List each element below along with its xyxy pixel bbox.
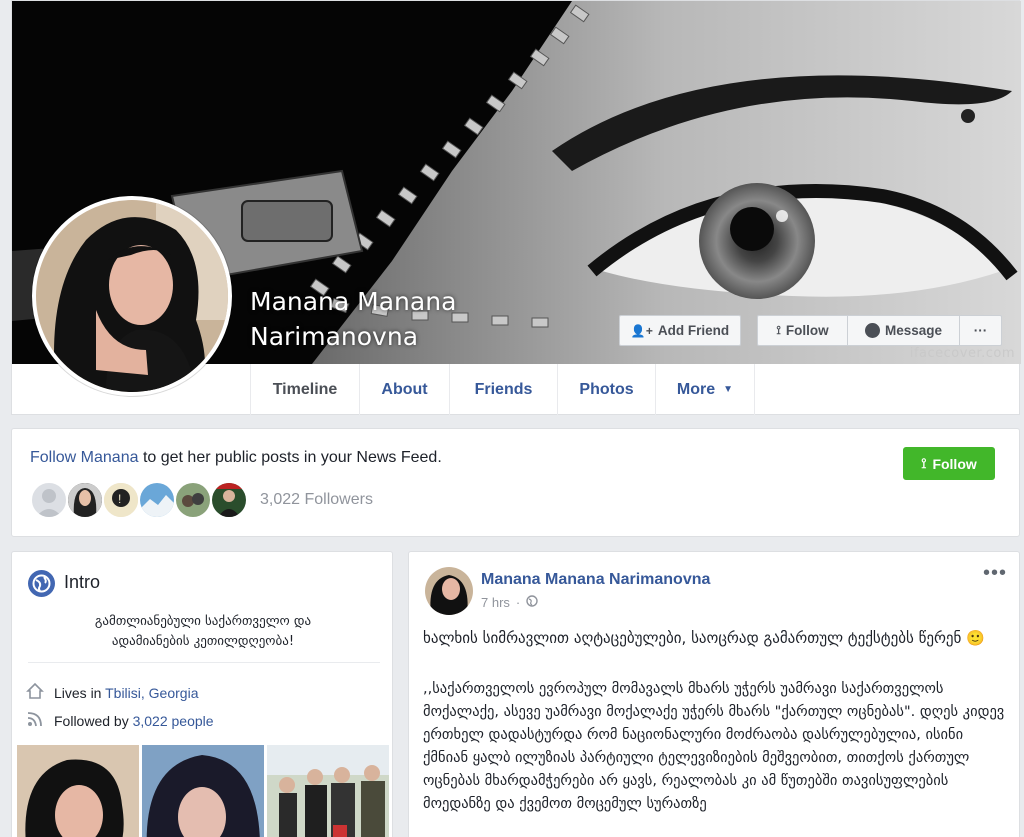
rss-icon [26,710,44,731]
tab-timeline[interactable]: Timeline [251,364,360,415]
follow-label: Follow [785,323,829,338]
globe-icon [28,570,55,597]
followed-by-row: Followed by 3,022 people [26,710,214,731]
home-icon [26,682,44,703]
caret-down-icon: ▼ [723,384,734,395]
profile-name[interactable]: Manana Manana Narimanovna [250,284,456,354]
post-card: Manana Manana Narimanovna 7 hrs · ••• ხა… [408,551,1020,837]
follower-avatar[interactable] [138,481,176,519]
follower-avatar[interactable] [30,481,68,519]
messenger-icon [864,323,880,338]
tab-more[interactable]: More ▼ [656,364,755,415]
intro-photo[interactable] [142,745,264,837]
tab-friends[interactable]: Friends [450,364,558,415]
tab-friends-label: Friends [474,380,533,398]
post-options-button[interactable]: ••• [983,562,1007,585]
more-actions-button[interactable]: ··· [959,315,1002,346]
followers-count[interactable]: 3,022 Followers [260,491,373,509]
message-label: Message [884,323,943,338]
rss-icon: ⟟ [921,455,927,471]
intro-divider [28,662,380,663]
add-friend-label: Add Friend [657,323,730,338]
add-friend-icon: 👤+ [630,323,653,338]
follower-avatar[interactable]: ! [102,481,140,519]
intro-bio: გამთლიანებული საქართველო და ადამიანების … [42,612,364,652]
globe-icon[interactable] [526,595,538,610]
profile-name-line1: Manana Manana [250,287,457,316]
profile-avatar[interactable] [32,196,232,396]
tab-photos-label: Photos [579,380,634,398]
follower-avatar[interactable] [174,481,212,519]
followers-row: ! 3,022 Followers [30,481,373,519]
lives-in-label: Lives in [54,684,102,701]
follow-button[interactable]: ⟟ Follow [757,315,848,346]
follower-avatar[interactable] [66,481,104,519]
post-author-name[interactable]: Manana Manana Narimanovna [481,571,710,589]
followed-by-label: Followed by [54,712,129,729]
post-time-link[interactable]: 7 hrs [481,595,510,610]
follow-green-button[interactable]: ⟟ Follow [903,447,995,480]
intro-photo[interactable] [267,745,389,837]
follow-prompt-link[interactable]: Follow Manana [30,449,139,466]
post-text-intro: ხალხის სიმრავლით აღტაცებულები, საოცრად გ… [423,629,985,647]
follow-prompt-card: Follow Manana to get her public posts in… [11,428,1020,537]
message-button[interactable]: Message [847,315,960,346]
tab-timeline-label: Timeline [272,380,338,398]
cover-watermark: ifacecover.com [909,346,1015,361]
add-friend-button[interactable]: 👤+ Add Friend [619,315,741,346]
post-author-avatar[interactable] [425,567,473,615]
profile-header: ifacecover.com Manana Manana Narimanovna… [11,0,1021,415]
more-actions-label: ··· [973,323,988,338]
tab-about[interactable]: About [360,364,450,415]
rss-icon: ⟟ [776,323,781,337]
tab-more-label: More [676,380,716,398]
intro-title: Intro [64,572,101,592]
post-timestamp: 7 hrs · [481,595,538,610]
intro-bio-line1: გამთლიანებული საქართველო და [94,614,312,629]
post-text-body: ,,საქართველოს ევროპულ მომავალს მხარს უჭე… [423,681,1005,812]
follow-green-label: Follow [932,455,977,472]
intro-photos [17,745,389,837]
profile-tabs: Timeline About Friends Photos More ▼ [250,364,755,415]
separator-dot: · [515,595,521,610]
lives-in-link[interactable]: Tbilisi, Georgia [105,685,198,701]
profile-name-line2: Narimanovna [250,322,419,351]
intro-bio-line2: ადამიანების კეთილდღეობა! [111,634,295,649]
followed-by-link[interactable]: 3,022 people [133,713,214,729]
follower-avatar[interactable] [210,481,248,519]
lives-in-row: Lives in Tbilisi, Georgia [26,682,198,703]
intro-card: Intro გამთლიანებული საქართველო და ადამია… [11,551,393,837]
intro-photo[interactable] [17,745,139,837]
profile-avatar-image [36,200,228,392]
follow-prompt-suffix: to get her public posts in your News Fee… [138,449,442,466]
tab-photos[interactable]: Photos [558,364,656,415]
svg-text:!: ! [118,492,121,506]
follow-prompt-text: Follow Manana to get her public posts in… [30,449,442,467]
tab-about-label: About [381,380,428,398]
